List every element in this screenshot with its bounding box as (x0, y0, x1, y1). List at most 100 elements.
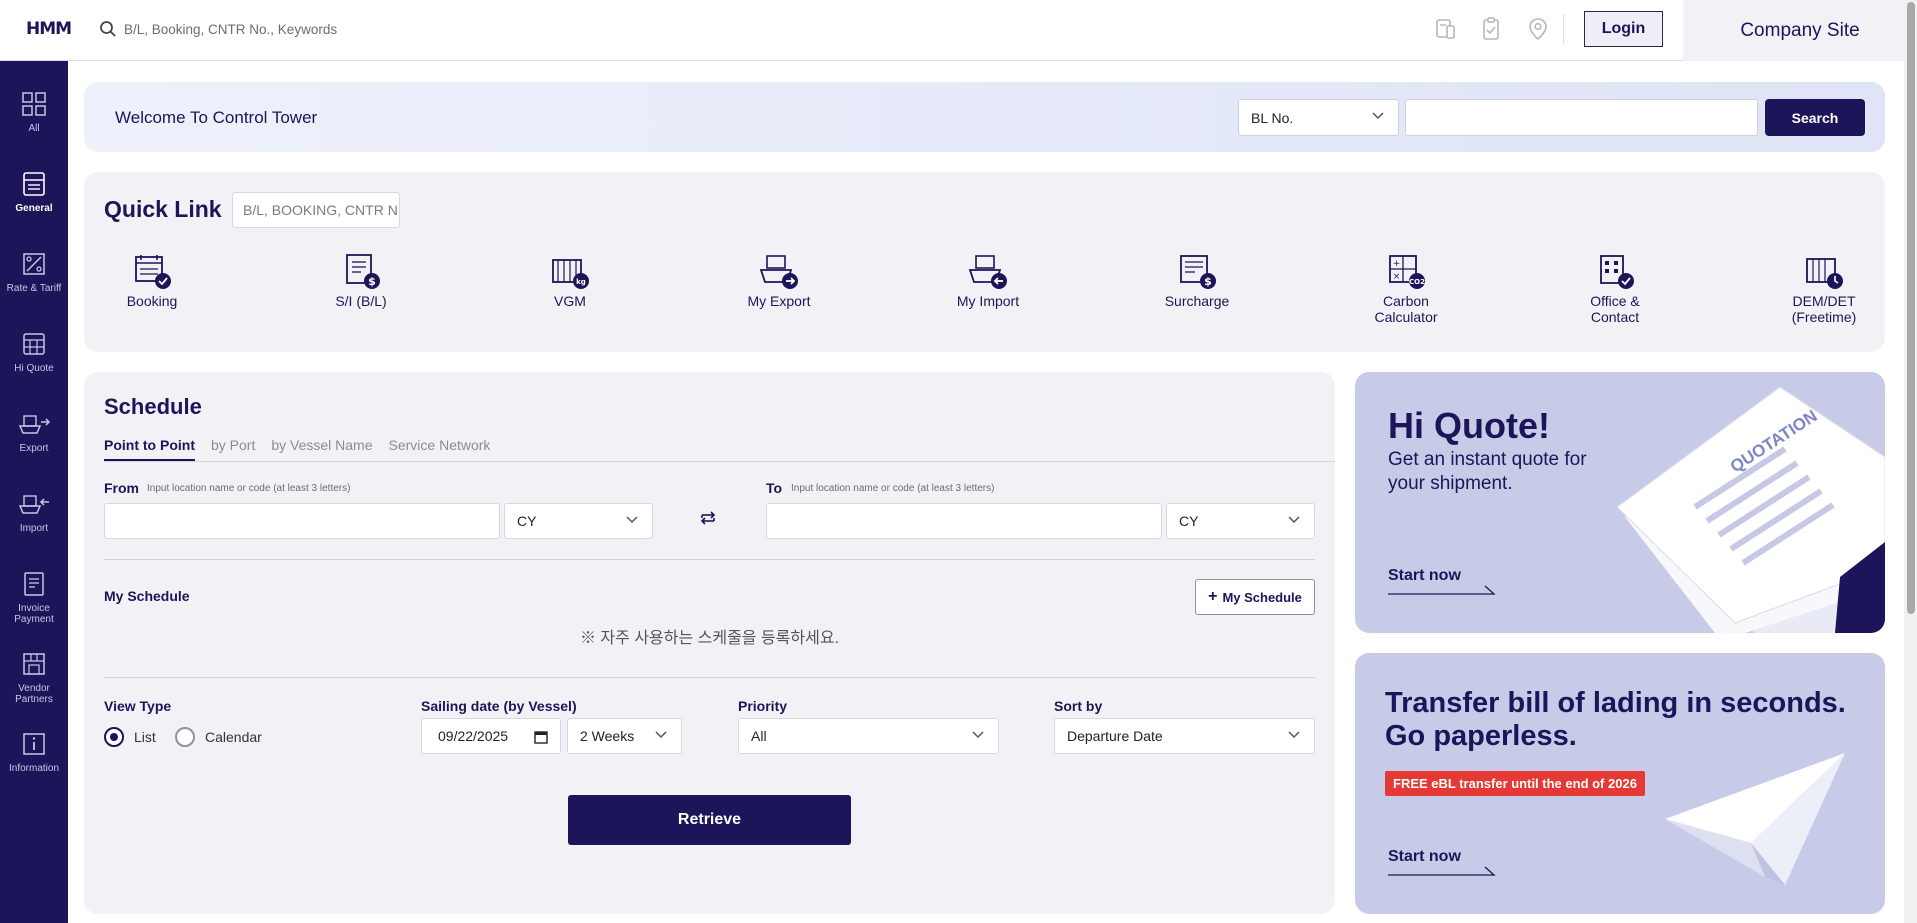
header-divider (1563, 14, 1564, 44)
sailing-range-select[interactable]: 2 Weeks (567, 718, 682, 754)
sidebar-label: Rate & Tariff (6, 283, 62, 294)
sidebar-item-hi-quote[interactable]: Hi Quote (0, 331, 68, 405)
quick-link-search-input[interactable] (232, 192, 400, 228)
view-type-list-label: List (134, 729, 156, 745)
add-my-schedule-label: My Schedule (1222, 589, 1302, 605)
to-type-select[interactable]: CY (1166, 503, 1315, 539)
ebl-start-now-link[interactable]: Start now (1388, 848, 1461, 866)
to-type-value: CY (1179, 513, 1199, 529)
quick-link-label: DEM/DET (Freetime) (1791, 293, 1857, 325)
login-button[interactable]: Login (1584, 11, 1663, 47)
calculator-icon (23, 333, 45, 355)
page-scrollbar[interactable] (1904, 0, 1917, 923)
quick-link-si-bl[interactable]: $ S/I (B/L) (296, 252, 426, 309)
ebl-promo[interactable]: Transfer bill of lading in seconds. Go p… (1355, 653, 1885, 914)
from-label: From (104, 480, 139, 496)
sidebar-item-general[interactable]: General (0, 171, 68, 245)
bl-number-input[interactable] (1405, 99, 1758, 136)
location-pin-icon[interactable] (1524, 15, 1552, 43)
my-schedule-label: My Schedule (104, 588, 190, 604)
to-location-input[interactable] (766, 503, 1162, 539)
view-type-calendar-radio[interactable]: Calendar (175, 727, 262, 747)
arrow-right-icon (1388, 585, 1496, 595)
dem-det-icon (1806, 258, 1843, 289)
sort-by-value: Departure Date (1067, 728, 1163, 744)
chevron-down-icon (626, 516, 638, 524)
top-bar: HMM Login Company Site (0, 0, 1917, 61)
my-export-icon (759, 255, 798, 289)
tab-by-port[interactable]: by Port (211, 437, 255, 461)
tab-service-network[interactable]: Service Network (389, 437, 491, 461)
quotation-paper-illustration: QUOTATION (1616, 387, 1885, 633)
document-icon (23, 172, 45, 196)
welcome-banner: Welcome To Control Tower BL No. Search (84, 82, 1885, 152)
paper-plane-illustration (1665, 753, 1845, 885)
to-label: To (766, 480, 783, 496)
document-phone-icon[interactable] (1431, 15, 1459, 43)
search-icon[interactable] (99, 20, 117, 38)
swap-icon[interactable] (699, 509, 717, 527)
svg-text:$: $ (1204, 275, 1212, 288)
sidebar-item-export[interactable]: Export (0, 411, 68, 485)
ebl-promo-title: Transfer bill of lading in seconds. Go p… (1385, 687, 1846, 752)
scrollbar-thumb[interactable] (1907, 2, 1915, 614)
info-icon (23, 733, 45, 755)
quick-link-panel: Quick Link Booking $ S/I (B/L) kg VGM My… (84, 172, 1885, 352)
view-type-list-radio[interactable]: List (104, 727, 156, 747)
sort-by-select[interactable]: Departure Date (1054, 718, 1315, 754)
tab-divider (104, 461, 1335, 462)
schedule-tabs: Point to Point by Port by Vessel Name Se… (104, 437, 506, 461)
quick-link-label: Booking (126, 293, 178, 309)
retrieve-button[interactable]: Retrieve (568, 795, 851, 845)
schedule-title: Schedule (104, 394, 202, 419)
calendar-icon[interactable] (534, 730, 548, 744)
quick-link-vgm[interactable]: kg VGM (505, 252, 635, 309)
search-button[interactable]: Search (1765, 99, 1865, 136)
company-site-link[interactable]: Company Site (1683, 0, 1917, 61)
sailing-date-label: Sailing date (by Vessel) (421, 698, 577, 714)
sidebar-label: General (15, 203, 53, 214)
search-type-select[interactable]: BL No. (1238, 99, 1399, 136)
view-type-label: View Type (104, 698, 172, 714)
quick-link-label: Surcharge (1164, 293, 1230, 309)
sailing-range-value: 2 Weeks (580, 728, 635, 744)
quick-link-carbon-calculator[interactable]: + × CO2 Carbon Calculator (1341, 252, 1471, 325)
carbon-calculator-icon: + × CO2 (1389, 255, 1425, 289)
svg-text:$: $ (368, 275, 376, 288)
hi-quote-promo[interactable]: QUOTATION Hi Quote! Get an instant quote… (1355, 372, 1885, 633)
from-location-input[interactable] (104, 503, 500, 539)
quick-link-surcharge[interactable]: $ Surcharge (1132, 252, 1262, 309)
add-my-schedule-button[interactable]: + My Schedule (1195, 579, 1315, 615)
sidebar-item-all[interactable]: All (0, 91, 68, 165)
ebl-promo-badge: FREE eBL transfer until the end of 2026 (1385, 771, 1645, 796)
tab-by-vessel-name[interactable]: by Vessel Name (271, 437, 372, 461)
sidebar-item-invoice-payment[interactable]: Invoice Payment (0, 571, 68, 645)
hi-quote-start-now-link[interactable]: Start now (1388, 567, 1461, 585)
sidebar-item-rate-tariff[interactable]: Rate & Tariff (0, 251, 68, 325)
priority-label: Priority (738, 698, 788, 714)
to-hint: Input location name or code (at least 3 … (791, 483, 995, 494)
sidebar: All General Rate & Tariff Hi Quote Expor… (0, 61, 68, 923)
quick-link-office-contact[interactable]: Office & Contact (1550, 252, 1680, 325)
quick-link-my-export[interactable]: My Export (714, 252, 844, 309)
chevron-down-icon (972, 731, 984, 739)
welcome-title: Welcome To Control Tower (115, 108, 318, 127)
priority-select[interactable]: All (738, 718, 999, 754)
sidebar-item-vendor-partners[interactable]: Vendor Partners (0, 651, 68, 725)
quick-link-booking[interactable]: Booking (87, 252, 217, 309)
from-type-select[interactable]: CY (504, 503, 653, 539)
quick-link-dem-det[interactable]: DEM/DET (Freetime) (1759, 252, 1889, 325)
quick-link-title: Quick Link (104, 196, 222, 222)
sidebar-item-information[interactable]: Information (0, 731, 68, 805)
chevron-down-icon (1288, 731, 1300, 739)
global-search-input[interactable] (124, 16, 624, 42)
quick-link-label: Office & Contact (1590, 293, 1640, 325)
hmm-logo[interactable]: HMM (26, 19, 74, 39)
sidebar-item-import[interactable]: Import (0, 491, 68, 565)
clipboard-check-icon[interactable] (1477, 15, 1505, 43)
sailing-date-input[interactable]: 09/22/2025 (421, 718, 561, 754)
surcharge-icon: $ (1180, 255, 1216, 289)
quick-link-my-import[interactable]: My Import (923, 252, 1053, 309)
svg-text:CO2: CO2 (1409, 278, 1425, 286)
tab-point-to-point[interactable]: Point to Point (104, 437, 195, 461)
